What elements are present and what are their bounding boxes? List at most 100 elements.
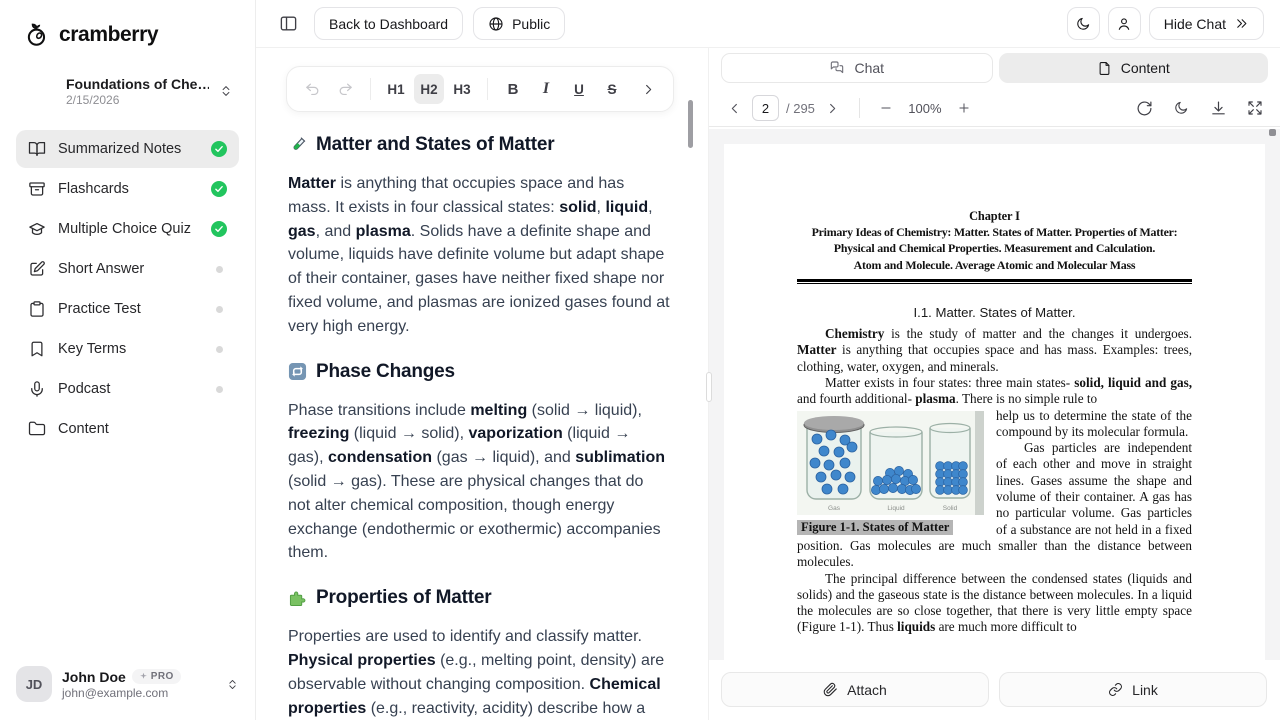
sidebar-item-summarized-notes[interactable]: Summarized Notes (16, 130, 239, 168)
sidebar-item-flashcards[interactable]: Flashcards (16, 170, 239, 208)
chapter-heading: Chapter I Primary Ideas of Chemistry: Ma… (797, 208, 1192, 273)
user-email: john@example.com (62, 686, 216, 700)
pdf-paragraph: The principal difference between the con… (797, 571, 1192, 636)
panel-footer: Attach Link (721, 672, 1267, 707)
next-page-button[interactable] (822, 97, 844, 119)
undo-button[interactable] (297, 74, 327, 104)
sidebar-item-podcast[interactable]: Podcast (16, 370, 239, 408)
puzzle-emoji (288, 589, 307, 608)
figure-states-of-matter: Gas Liquid Solid Figure 1-1. States of M… (797, 411, 984, 535)
cramberry-logo-icon (24, 22, 50, 48)
editor-scrollbar-thumb[interactable] (688, 100, 693, 148)
test-tube-emoji (288, 136, 307, 155)
account-button[interactable] (1108, 7, 1141, 40)
section-heading: Properties of Matter (288, 585, 670, 611)
sidebar-item-label: Short Answer (58, 261, 204, 277)
flashcards-icon (28, 180, 46, 198)
back-to-dashboard-button[interactable]: Back to Dashboard (314, 7, 463, 40)
redo-button[interactable] (330, 74, 360, 104)
globe-icon (488, 16, 504, 32)
page-number-input[interactable] (752, 95, 779, 121)
paragraph: Matter is anything that occupies space a… (288, 172, 670, 339)
workspace-selector[interactable]: Foundations of Che… 2/15/2026 (12, 68, 243, 114)
sidebar-item-short-answer[interactable]: Short Answer (16, 250, 239, 288)
sidebar-item-multiple-choice-quiz[interactable]: Multiple Choice Quiz (16, 210, 239, 248)
sidebar-item-label: Key Terms (58, 341, 204, 357)
sidebar-item-label: Practice Test (58, 301, 204, 317)
workspace-title: Foundations of Che… (66, 76, 209, 92)
download-icon[interactable] (1207, 97, 1229, 119)
hide-chat-button[interactable]: Hide Chat (1149, 7, 1264, 40)
panel-tabs: Chat Content (709, 48, 1280, 90)
paragraph: Properties are used to identify and clas… (288, 625, 670, 720)
theme-toggle-button[interactable] (1067, 7, 1100, 40)
previous-page-button[interactable] (723, 97, 745, 119)
chat-bubbles-icon (829, 60, 845, 76)
status-pending-dot (216, 306, 223, 313)
sidebar: cramberry Foundations of Che… 2/15/2026 … (0, 0, 256, 720)
user-account-menu[interactable]: JD John Doe PRO john@example.com (0, 652, 255, 720)
brand: cramberry (0, 0, 255, 60)
link-button[interactable]: Link (999, 672, 1267, 707)
section-1-1-heading: I.1. Matter. States of Matter. (797, 305, 1192, 321)
microphone-icon (28, 380, 46, 398)
editor-toolbar: H1 H2 H3 B I U S (286, 66, 674, 112)
underline-button[interactable]: U (564, 74, 594, 104)
pdf-viewer[interactable]: Chapter I Primary Ideas of Chemistry: Ma… (709, 129, 1280, 660)
book-open-icon (28, 140, 46, 158)
pdf-paragraph: Matter exists in four states: three main… (797, 375, 1192, 408)
tab-chat[interactable]: Chat (721, 53, 993, 83)
heading-1-button[interactable]: H1 (381, 74, 411, 104)
status-pending-dot (216, 386, 223, 393)
chevron-up-down-icon (226, 678, 239, 691)
status-pending-dot (216, 266, 223, 273)
repeat-emoji (288, 362, 307, 381)
attach-button[interactable]: Attach (721, 672, 989, 707)
link-icon (1108, 682, 1123, 697)
heading-3-button[interactable]: H3 (447, 74, 477, 104)
user-name: John Doe (62, 669, 126, 685)
refresh-icon[interactable] (1133, 97, 1155, 119)
toolbar-divider (487, 78, 488, 100)
section-heading: Phase Changes (288, 359, 670, 385)
sparkle-icon (139, 672, 148, 681)
sidebar-item-content[interactable]: Content (16, 410, 239, 448)
sidebar-nav: Summarized Notes Flashcards Multiple Cho… (0, 118, 255, 450)
figure-label-gas: Gas (828, 505, 841, 512)
toolbar-more-button[interactable] (633, 74, 663, 104)
status-done-icon (211, 141, 227, 157)
heading-2-button[interactable]: H2 (414, 74, 444, 104)
sidebar-item-label: Flashcards (58, 181, 199, 197)
strikethrough-button[interactable]: S (597, 74, 627, 104)
dark-mode-icon[interactable] (1170, 97, 1192, 119)
panel-resize-handle[interactable] (706, 372, 712, 402)
toolbar-divider (370, 78, 371, 100)
bold-button[interactable]: B (498, 74, 528, 104)
italic-button[interactable]: I (531, 74, 561, 104)
pdf-toolbar: / 295 100% (709, 90, 1280, 127)
topbar: Back to Dashboard Public Hide Chat (256, 0, 1280, 48)
content-panel: Chat Content / 295 100% Chapter I Primar… (708, 48, 1280, 720)
zoom-out-button[interactable] (875, 97, 897, 119)
paperclip-icon (823, 682, 838, 697)
public-visibility-button[interactable]: Public (473, 7, 565, 40)
bookmark-icon (28, 340, 46, 358)
double-rule (797, 279, 1192, 284)
paragraph: Phase transitions include melting (solid… (288, 399, 670, 566)
document-icon (1097, 61, 1112, 76)
status-done-icon (211, 221, 227, 237)
workspace-date: 2/15/2026 (66, 93, 209, 107)
tab-content[interactable]: Content (999, 53, 1269, 83)
page-total-label: / 295 (786, 101, 815, 116)
sidebar-item-practice-test[interactable]: Practice Test (16, 290, 239, 328)
sidebar-item-label: Multiple Choice Quiz (58, 221, 199, 237)
graduation-cap-icon (28, 220, 46, 238)
section-heading: Matter and States of Matter (288, 132, 670, 158)
pdf-scrollbar-thumb[interactable] (1269, 129, 1276, 136)
sidebar-toggle-button[interactable] (272, 8, 304, 40)
fullscreen-icon[interactable] (1244, 97, 1266, 119)
editor-content-area[interactable]: Matter and States of Matter Matter is an… (288, 112, 670, 720)
zoom-in-button[interactable] (953, 97, 975, 119)
sidebar-item-label: Podcast (58, 381, 204, 397)
sidebar-item-key-terms[interactable]: Key Terms (16, 330, 239, 368)
